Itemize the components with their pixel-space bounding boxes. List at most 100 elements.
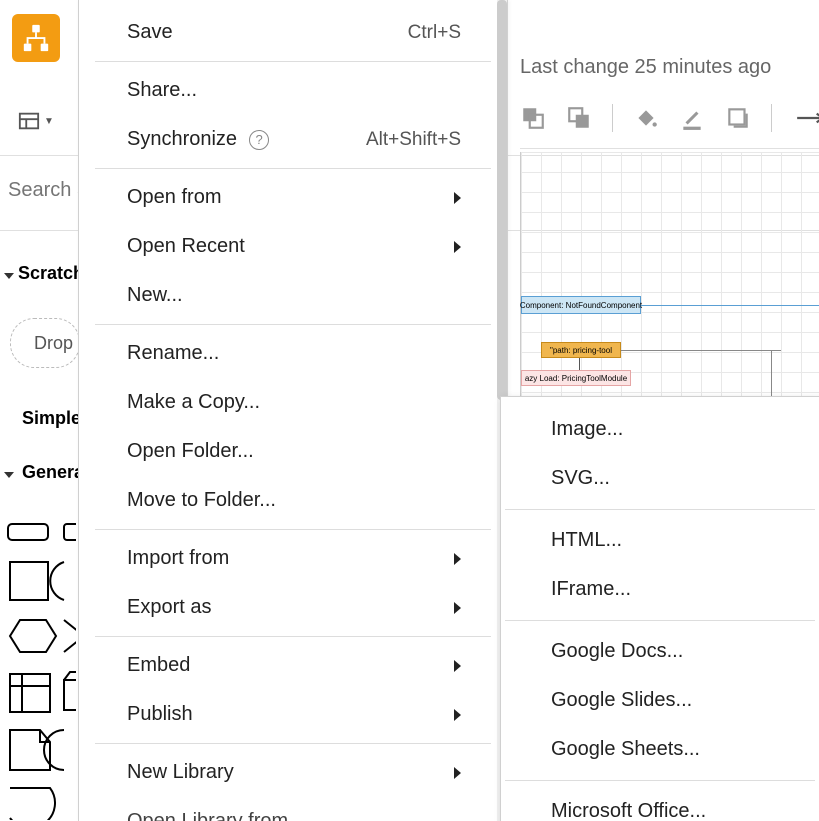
submenu-item-iframe[interactable]: IFrame... [501, 565, 819, 614]
submenu-arrow-icon [454, 660, 461, 672]
menu-label: Open Recent [127, 235, 245, 258]
menu-item-rename[interactable]: Rename... [79, 329, 507, 378]
sidebar-section-general[interactable]: General [0, 462, 89, 483]
menu-label: Open from [127, 186, 221, 209]
app-logo[interactable] [12, 14, 60, 62]
menu-label: SVG... [551, 467, 610, 490]
menu-item-open-folder[interactable]: Open Folder... [79, 427, 507, 476]
menu-separator [95, 743, 491, 744]
embed-submenu: Image... SVG... HTML... IFrame... Google… [500, 396, 819, 821]
menu-item-move-to-folder[interactable]: Move to Folder... [79, 476, 507, 525]
shape-square[interactable] [10, 562, 48, 600]
shape-rounded-rect[interactable] [8, 524, 48, 540]
drop-hint-label: Drop [34, 333, 73, 354]
toolbar-rule [520, 148, 819, 149]
menu-separator [95, 636, 491, 637]
menu-label: New Library [127, 761, 234, 784]
search-input[interactable] [8, 172, 78, 208]
fill-icon[interactable] [633, 105, 659, 131]
menu-item-open-recent[interactable]: Open Recent [79, 222, 507, 271]
menu-separator [95, 168, 491, 169]
menu-separator [505, 509, 815, 510]
menu-shortcut: Alt+Shift+S [366, 129, 461, 151]
shape-arc[interactable] [50, 562, 64, 600]
menu-item-new-library[interactable]: New Library [79, 748, 507, 797]
menu-label: HTML... [551, 529, 622, 552]
shape-rounded-small[interactable] [64, 524, 76, 540]
menu-label: Google Slides... [551, 689, 692, 712]
diagram-edge [621, 350, 781, 351]
shape-palette [6, 520, 76, 820]
menu-label: Share... [127, 79, 197, 102]
caret-down-icon: ▼ [44, 116, 54, 127]
to-back-icon[interactable] [566, 105, 592, 131]
diagram-edge [771, 350, 772, 400]
shape-window[interactable] [10, 674, 50, 712]
menu-item-make-copy[interactable]: Make a Copy... [79, 378, 507, 427]
connection-arrow-icon[interactable] [792, 105, 819, 131]
submenu-item-google-sheets[interactable]: Google Sheets... [501, 725, 819, 774]
to-front-icon[interactable] [520, 105, 546, 131]
submenu-item-image[interactable]: Image... [501, 405, 819, 454]
submenu-arrow-icon [454, 553, 461, 565]
menu-label: Google Docs... [551, 640, 683, 663]
hierarchy-icon [21, 23, 51, 53]
shadow-icon[interactable] [725, 105, 751, 131]
menu-label: Import from [127, 547, 229, 570]
menu-label: IFrame... [551, 578, 631, 601]
shape-cube[interactable] [64, 672, 76, 710]
sidebar-section-simple[interactable]: Simple [22, 408, 81, 429]
menu-item-embed[interactable]: Embed [79, 641, 507, 690]
toolbar-right [520, 104, 819, 132]
menu-separator [505, 780, 815, 781]
menu-label: Image... [551, 418, 623, 441]
submenu-item-google-docs[interactable]: Google Docs... [501, 627, 819, 676]
shape-hexagon[interactable] [10, 620, 56, 652]
menu-label: Synchronize [127, 128, 237, 151]
diagram-node-lazyload[interactable]: azy Load: PricingToolModule [521, 370, 631, 386]
submenu-arrow-icon [454, 602, 461, 614]
menu-label: Embed [127, 654, 190, 677]
file-menu: Save Ctrl+S Share... Synchronize ? Alt+S… [78, 0, 508, 821]
menu-label: Make a Copy... [127, 391, 260, 414]
shape-arc-2[interactable] [44, 730, 64, 770]
last-change-status: Last change 25 minutes ago [520, 56, 771, 79]
menu-item-publish[interactable]: Publish [79, 690, 507, 739]
diagram-edge [579, 358, 580, 370]
menu-label: Google Sheets... [551, 738, 700, 761]
diagram-edge [641, 305, 819, 306]
menu-label: Microsoft Office... [551, 800, 706, 821]
help-icon[interactable]: ? [249, 130, 269, 150]
stroke-color-icon[interactable] [679, 105, 705, 131]
menu-item-import-from[interactable]: Import from [79, 534, 507, 583]
toolbar-sep-2 [771, 104, 772, 132]
submenu-arrow-icon [454, 767, 461, 779]
menu-label: Open Folder... [127, 440, 254, 463]
scratchpad-drop-zone[interactable]: Drop [10, 318, 80, 368]
menu-item-save[interactable]: Save Ctrl+S [79, 8, 507, 57]
menu-separator [95, 529, 491, 530]
menu-shortcut: Ctrl+S [408, 22, 461, 44]
menu-item-new[interactable]: New... [79, 271, 507, 320]
submenu-item-svg[interactable]: SVG... [501, 454, 819, 503]
toolbar-sep [612, 104, 613, 132]
menu-label: New... [127, 284, 183, 307]
submenu-arrow-icon [454, 709, 461, 721]
menu-label: Export as [127, 596, 211, 619]
submenu-item-html[interactable]: HTML... [501, 516, 819, 565]
menu-item-open-library-from[interactable]: Open Library from [79, 797, 507, 821]
submenu-item-ms-office[interactable]: Microsoft Office... [501, 787, 819, 821]
menu-separator [505, 620, 815, 621]
menu-item-share[interactable]: Share... [79, 66, 507, 115]
menu-item-synchronize[interactable]: Synchronize ? Alt+Shift+S [79, 115, 507, 164]
diagram-node-path[interactable]: "path: pricing-tool [541, 342, 621, 358]
menu-item-open-from[interactable]: Open from [79, 173, 507, 222]
shape-chevron[interactable] [64, 620, 76, 652]
view-toggle-button[interactable]: ▼ [16, 104, 56, 138]
menu-separator [95, 61, 491, 62]
submenu-item-google-slides[interactable]: Google Slides... [501, 676, 819, 725]
diagram-node-notfound[interactable]: Component: NotFoundComponent [521, 296, 641, 314]
menu-item-export-as[interactable]: Export as [79, 583, 507, 632]
menu-separator [95, 324, 491, 325]
shape-quarter[interactable] [10, 788, 55, 820]
